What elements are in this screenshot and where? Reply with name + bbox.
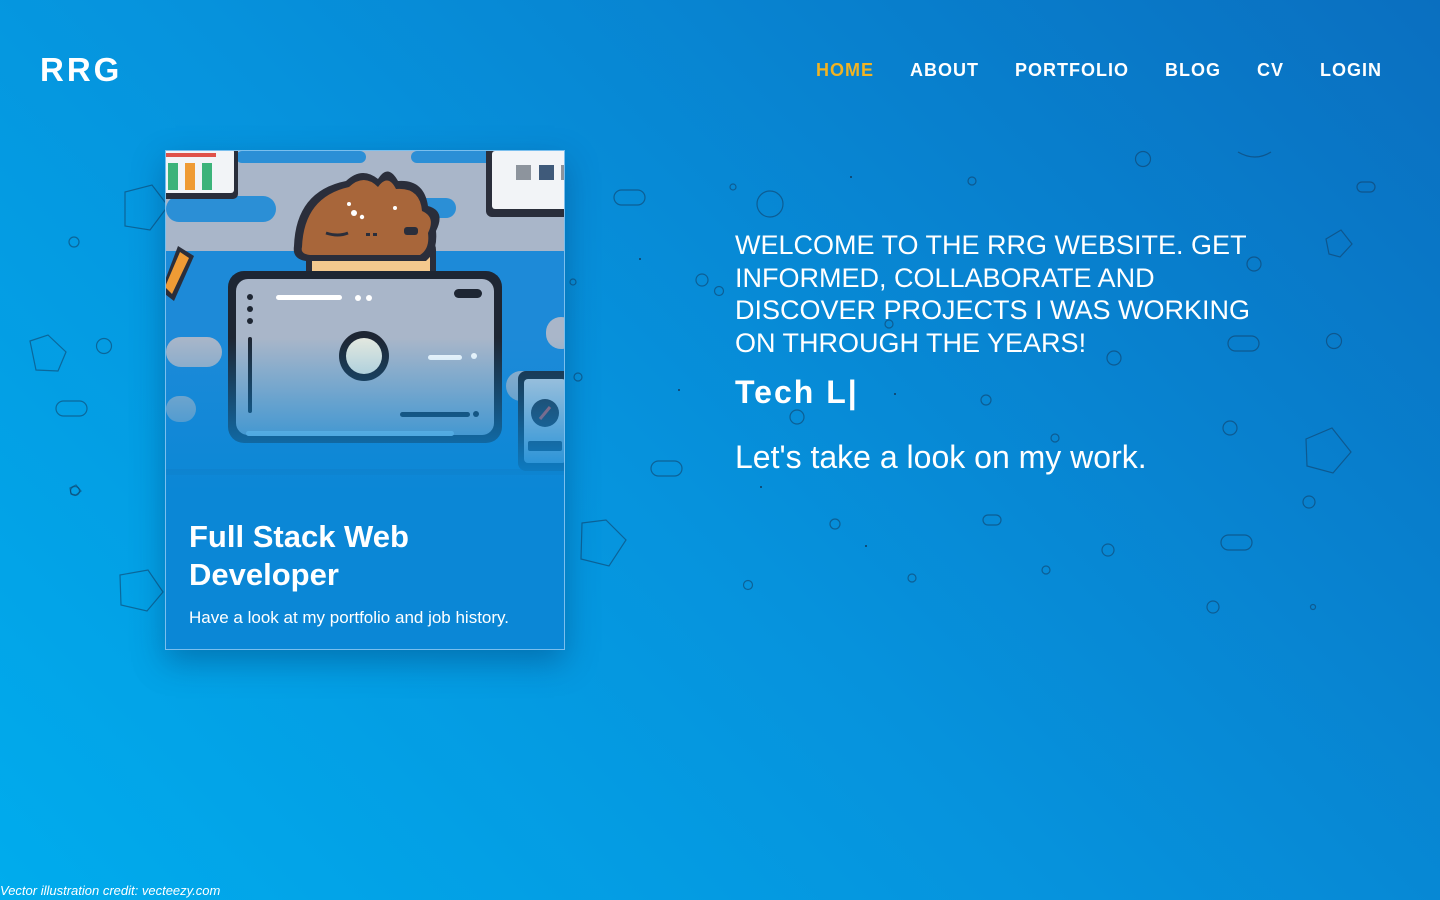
hero-subtitle: Let's take a look on my work. — [735, 439, 1147, 475]
card-title: Full Stack Web Developer — [189, 519, 409, 592]
nav-login[interactable]: LOGIN — [1320, 58, 1382, 82]
nav-portfolio[interactable]: PORTFOLIO — [1015, 58, 1129, 82]
nav-home[interactable]: HOME — [816, 58, 874, 82]
illustration-credit: Vector illustration credit: vecteezy.com — [0, 883, 221, 898]
typed-text: Tech L| — [735, 374, 859, 410]
hero-section: WELCOME TO THE RRG WEBSITE. GET INFORMED… — [735, 229, 1275, 477]
hero-heading: WELCOME TO THE RRG WEBSITE. GET INFORMED… — [735, 230, 1251, 358]
nav-blog[interactable]: BLOG — [1165, 58, 1221, 82]
nav-about[interactable]: ABOUT — [910, 58, 979, 82]
developer-illustration — [166, 151, 564, 491]
card-description: Have a look at my portfolio and job hist… — [189, 608, 510, 627]
main-nav: HOME ABOUT PORTFOLIO BLOG CV LOGIN — [816, 58, 1382, 82]
brand-logo[interactable]: RRG — [40, 50, 122, 90]
nav-cv[interactable]: CV — [1257, 58, 1284, 82]
profile-card[interactable]: Full Stack Web Developer Have a look at … — [165, 150, 565, 650]
